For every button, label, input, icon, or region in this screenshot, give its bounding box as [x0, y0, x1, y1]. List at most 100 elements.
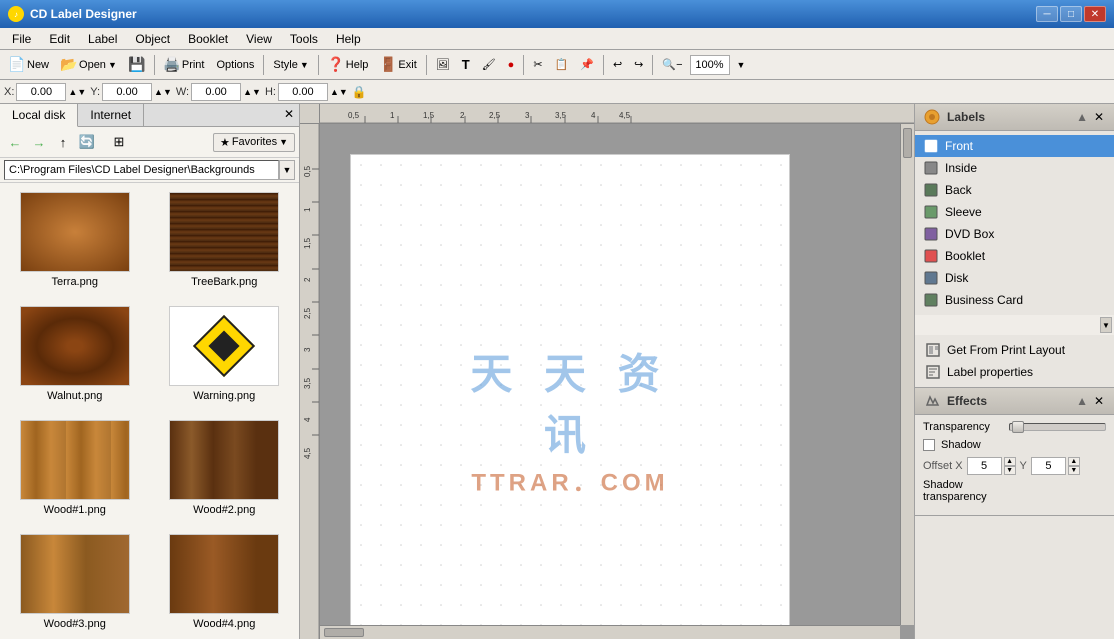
effects-close-icon[interactable]: ✕: [1092, 394, 1106, 408]
svg-text:1: 1: [390, 111, 395, 120]
label-item-businesscard[interactable]: Business Card: [915, 289, 1114, 311]
help-button[interactable]: ❓ Help: [323, 53, 374, 77]
scroll-thumb-vertical[interactable]: [903, 128, 912, 158]
new-button[interactable]: 📄 New: [4, 53, 54, 77]
zoom-input[interactable]: [690, 55, 730, 75]
canvas-content[interactable]: 天 天 资 讯 TTRAR．COM: [320, 124, 914, 639]
canvas-scrollbar-vertical[interactable]: [900, 124, 914, 625]
paste-tool[interactable]: 📌: [575, 53, 599, 77]
label-item-booklet[interactable]: Booklet: [915, 245, 1114, 267]
zoom-down-arrow[interactable]: ▼: [732, 53, 751, 77]
transparency-slider[interactable]: [1009, 423, 1106, 431]
file-item-walnut[interactable]: Walnut.png: [4, 301, 146, 407]
nav-refresh-button[interactable]: 🔄: [76, 131, 98, 153]
labels-close-icon[interactable]: ✕: [1092, 110, 1106, 124]
redo-tool[interactable]: ↪: [629, 53, 648, 77]
open-button[interactable]: 📂 Open ▼: [56, 53, 122, 77]
file-item-wood1[interactable]: Wood#1.png: [4, 415, 146, 521]
effects-expand-icon[interactable]: ▲: [1076, 394, 1088, 408]
nav-back-button[interactable]: ←: [4, 131, 26, 153]
transparency-thumb[interactable]: [1012, 421, 1024, 433]
zoom-out-tool[interactable]: 🔍−: [657, 53, 687, 77]
brush-tool[interactable]: 🖌: [477, 53, 501, 77]
help-icon: ❓: [328, 57, 344, 73]
w-input[interactable]: [191, 83, 241, 101]
file-item-wood2[interactable]: Wood#2.png: [154, 415, 296, 521]
tab-local-disk[interactable]: Local disk: [0, 104, 78, 127]
label-item-front[interactable]: Front: [915, 135, 1114, 157]
left-panel-close[interactable]: ✕: [281, 106, 297, 122]
open-icon: 📂: [61, 57, 77, 73]
image-tool[interactable]: 🖼: [431, 53, 455, 77]
file-thumb-warning: [169, 306, 279, 386]
nav-bar: ← → ↑ 🔄 ⊞ ★ Favorites ▼: [0, 127, 299, 158]
close-button[interactable]: ✕: [1084, 6, 1106, 22]
offset-y-down[interactable]: ▼: [1068, 466, 1080, 475]
offset-y-up[interactable]: ▲: [1068, 457, 1080, 466]
get-from-layout-button[interactable]: Get From Print Layout: [919, 339, 1110, 361]
menu-object[interactable]: Object: [127, 30, 178, 48]
label-item-dvdbox[interactable]: DVD Box: [915, 223, 1114, 245]
menu-file[interactable]: File: [4, 30, 39, 48]
menu-tools[interactable]: Tools: [282, 30, 326, 48]
list-scroll-down[interactable]: ▼: [1100, 317, 1112, 333]
minimize-button[interactable]: ─: [1036, 6, 1058, 22]
shape-tool[interactable]: ●: [503, 53, 520, 77]
file-item-wood4[interactable]: Wood#4.png: [154, 529, 296, 635]
labels-header[interactable]: Labels ▲ ✕: [915, 104, 1114, 131]
save-button[interactable]: 💾: [124, 53, 150, 77]
nav-forward-button[interactable]: →: [28, 131, 50, 153]
print-button[interactable]: 🖨️ Print: [159, 53, 210, 77]
path-dropdown[interactable]: ▼: [279, 160, 295, 180]
offset-x-up[interactable]: ▲: [1004, 457, 1016, 466]
path-input[interactable]: [4, 160, 279, 180]
canvas-scrollbar-horizontal[interactable]: [320, 625, 900, 639]
effects-header[interactable]: Effects ▲ ✕: [915, 388, 1114, 415]
offset-x-spinner: ▲ ▼: [1004, 457, 1016, 475]
options-button[interactable]: Options: [211, 53, 259, 77]
file-item-wood3[interactable]: Wood#3.png: [4, 529, 146, 635]
window-controls: ─ □ ✕: [1036, 6, 1106, 22]
x-input[interactable]: [16, 83, 66, 101]
separator-6: [603, 55, 604, 75]
y-field: Y: ▲▼: [90, 83, 172, 101]
text-tool[interactable]: T: [457, 53, 475, 77]
undo-tool[interactable]: ↩: [608, 53, 627, 77]
nav-up-button[interactable]: ↑: [52, 131, 74, 153]
cut-tool[interactable]: ✂: [528, 53, 547, 77]
app-icon: ♪: [8, 6, 24, 22]
shadow-checkbox[interactable]: [923, 439, 935, 451]
path-bar: ▼: [0, 158, 299, 183]
offset-y-input[interactable]: [1031, 457, 1066, 475]
maximize-button[interactable]: □: [1060, 6, 1082, 22]
y-input[interactable]: [102, 83, 152, 101]
labels-expand-icon[interactable]: ▲: [1076, 110, 1088, 124]
menu-booklet[interactable]: Booklet: [180, 30, 236, 48]
menu-help[interactable]: Help: [328, 30, 369, 48]
label-item-inside[interactable]: Inside: [915, 157, 1114, 179]
scroll-thumb-horizontal[interactable]: [324, 628, 364, 637]
offset-x-down[interactable]: ▼: [1004, 466, 1016, 475]
menu-label[interactable]: Label: [80, 30, 125, 48]
file-item-treebark[interactable]: TreeBark.png: [154, 187, 296, 293]
lock-icon[interactable]: 🔒: [352, 85, 367, 99]
menu-edit[interactable]: Edit: [41, 30, 78, 48]
svg-text:0,5: 0,5: [303, 165, 312, 177]
file-item-terra[interactable]: Terra.png: [4, 187, 146, 293]
tab-internet[interactable]: Internet: [78, 104, 144, 126]
label-properties-button[interactable]: Label properties: [919, 361, 1110, 383]
favorites-button[interactable]: ★ Favorites ▼: [213, 133, 295, 152]
offset-x-input[interactable]: [967, 457, 1002, 475]
file-thumb-wood2: [169, 420, 279, 500]
label-item-back[interactable]: Back: [915, 179, 1114, 201]
exit-button[interactable]: 🚪 Exit: [375, 53, 421, 77]
label-item-sleeve[interactable]: Sleeve: [915, 201, 1114, 223]
h-input[interactable]: [278, 83, 328, 101]
style-button[interactable]: Style ▼: [268, 53, 313, 77]
svg-text:4: 4: [591, 111, 596, 120]
copy-tool[interactable]: 📋: [550, 53, 574, 77]
file-item-warning[interactable]: Warning.png: [154, 301, 296, 407]
folder-view-button[interactable]: ⊞: [108, 131, 130, 153]
label-item-disk[interactable]: Disk: [915, 267, 1114, 289]
menu-view[interactable]: View: [238, 30, 280, 48]
